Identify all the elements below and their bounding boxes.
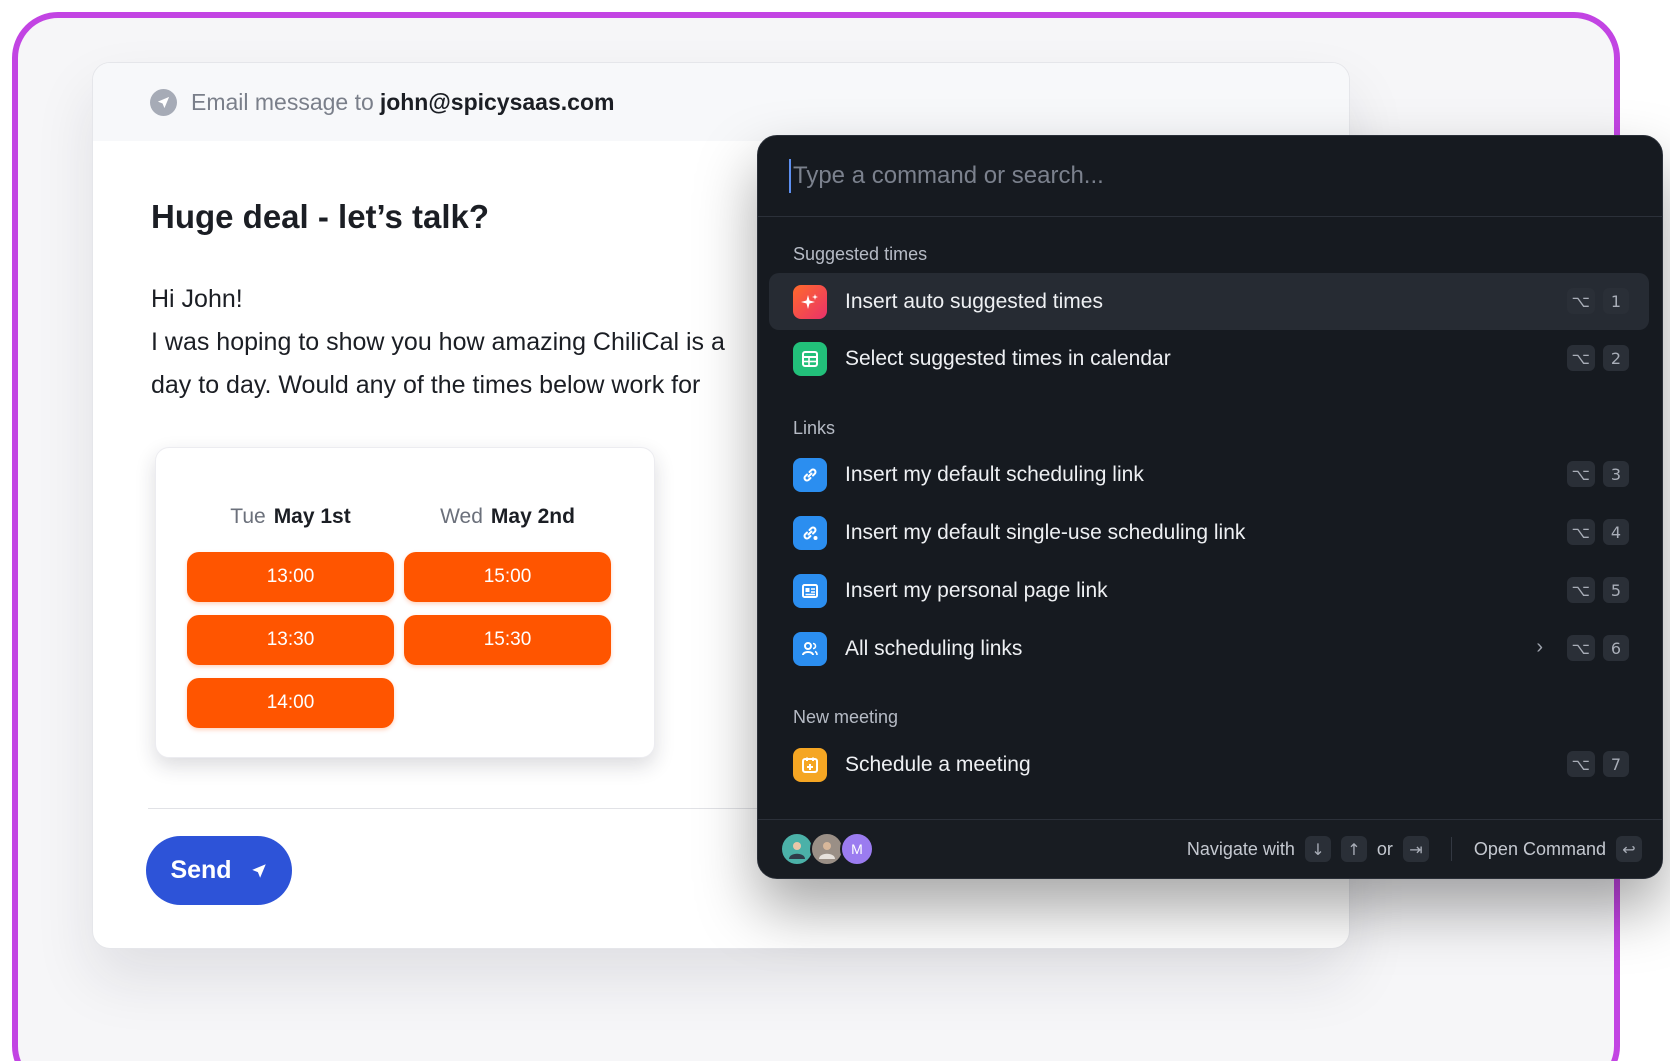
day-weekday: Tue: [230, 505, 266, 528]
command-search[interactable]: Type a command or search...: [758, 136, 1662, 217]
number-key: 2: [1603, 345, 1629, 371]
footer-hints: Navigate with ↓ ↑ or ⇥ Open Command ↩: [1187, 836, 1642, 862]
command-label: Insert my default scheduling link: [845, 462, 1144, 486]
command-select-suggested-times[interactable]: Select suggested times in calendar ⌥ 2: [769, 330, 1649, 387]
calendar-add-icon: [793, 747, 827, 782]
option-key: ⌥: [1566, 751, 1595, 777]
command-label: Insert auto suggested times: [845, 289, 1103, 313]
command-schedule-a-meeting[interactable]: Schedule a meeting ⌥ 7: [769, 736, 1649, 793]
shortcut-keys: ⌥ 5: [1566, 577, 1629, 603]
recipient-address[interactable]: john@spicysaas.com: [380, 89, 615, 116]
tab-key-icon: ⇥: [1402, 836, 1429, 862]
day-date: May 2nd: [490, 505, 575, 528]
option-key: ⌥: [1566, 635, 1595, 661]
send-button[interactable]: Send: [146, 836, 292, 905]
day-date: May 1st: [273, 505, 351, 528]
arrow-down-icon: ↓: [1304, 836, 1331, 862]
day-header: Wed May 2nd: [404, 505, 611, 539]
option-key: ⌥: [1566, 288, 1595, 314]
chevron-right-icon: ›: [1536, 636, 1543, 658]
paper-plane-icon: [150, 88, 177, 116]
email-subject[interactable]: Huge deal - let’s talk?: [151, 198, 489, 236]
composer-divider: [148, 808, 848, 809]
time-slot-button[interactable]: 13:30: [187, 615, 394, 665]
command-label: All scheduling links: [845, 636, 1023, 660]
navigate-hint: Navigate with: [1186, 838, 1295, 859]
option-key: ⌥: [1566, 461, 1595, 487]
shortcut-keys: ⌥ 4: [1566, 519, 1629, 545]
body-line-1: I was hoping to show you how amazing Chi…: [151, 328, 725, 356]
command-insert-single-use-link[interactable]: Insert my default single-use scheduling …: [769, 504, 1649, 561]
time-slot-button[interactable]: 15:30: [404, 615, 611, 665]
email-body[interactable]: Hi John! I was hoping to show you how am…: [151, 278, 851, 407]
enter-key-icon: ↩: [1616, 836, 1642, 862]
number-key: 5: [1603, 577, 1629, 603]
command-label: Insert my personal page link: [845, 578, 1108, 602]
option-key: ⌥: [1566, 519, 1595, 545]
shortcut-keys: ⌥ 2: [1566, 345, 1629, 371]
page-icon: [793, 573, 827, 608]
avatar-group: M: [780, 832, 874, 866]
email-header: Email message to john@spicysaas.com: [93, 63, 1349, 141]
time-slot-button[interactable]: 13:00: [187, 552, 394, 602]
single-use-link-icon: [793, 515, 827, 550]
shortcut-keys: ⌥ 1: [1566, 288, 1629, 314]
send-label: Send: [170, 856, 232, 884]
number-key: 4: [1603, 519, 1629, 545]
section-suggested-times: Suggested times: [793, 244, 928, 264]
number-key: 7: [1603, 751, 1629, 777]
send-arrow-icon: [251, 863, 266, 878]
command-label: Insert my default single-use scheduling …: [845, 520, 1246, 544]
day-column-wed: Wed May 2nd 15:00 15:30: [404, 505, 611, 665]
footer-separator: [1450, 837, 1452, 861]
number-key: 3: [1603, 461, 1629, 487]
command-insert-default-scheduling-link[interactable]: Insert my default scheduling link ⌥ 3: [769, 446, 1649, 503]
avatar[interactable]: M: [840, 832, 874, 866]
suggested-times-card: Tue May 1st 13:00 13:30 14:00 Wed May 2nd …: [155, 447, 655, 758]
command-insert-auto-suggested-times[interactable]: Insert auto suggested times ⌥ 1: [769, 273, 1649, 330]
users-icon: [793, 631, 827, 666]
shortcut-keys: ⌥ 7: [1566, 751, 1629, 777]
command-insert-personal-page-link[interactable]: Insert my personal page link ⌥ 5: [769, 562, 1649, 619]
option-key: ⌥: [1566, 577, 1595, 603]
or-text: or: [1376, 838, 1393, 859]
avatar[interactable]: [780, 832, 814, 866]
shortcut-keys: ⌥ 6: [1566, 635, 1629, 661]
header-prefix: Email message to: [191, 88, 374, 115]
section-links: Links: [793, 418, 836, 438]
command-all-scheduling-links[interactable]: All scheduling links › ⌥ 6: [769, 620, 1649, 677]
palette-footer: M Navigate with ↓ ↑ or ⇥ Open Command ↩: [758, 819, 1662, 878]
time-slot-button[interactable]: 15:00: [404, 552, 611, 602]
open-command-label[interactable]: Open Command: [1474, 839, 1606, 860]
calendar-grid-icon: [793, 341, 827, 376]
body-greeting: Hi John!: [151, 285, 243, 313]
text-caret: [789, 159, 791, 193]
command-label: Select suggested times in calendar: [845, 346, 1171, 370]
command-label: Schedule a meeting: [845, 752, 1031, 776]
avatar[interactable]: [810, 832, 844, 866]
number-key: 6: [1603, 635, 1629, 661]
number-key: 1: [1603, 288, 1629, 314]
day-column-tue: Tue May 1st 13:00 13:30 14:00: [187, 505, 394, 728]
arrow-up-icon: ↑: [1340, 836, 1367, 862]
command-palette: Type a command or search... Suggested ti…: [757, 135, 1663, 879]
section-new-meeting: New meeting: [793, 707, 899, 727]
option-key: ⌥: [1566, 345, 1595, 371]
day-weekday: Wed: [440, 505, 483, 528]
link-icon: [793, 457, 827, 492]
body-line-2: day to day. Would any of the times below…: [151, 371, 701, 399]
time-slot-button[interactable]: 14:00: [187, 678, 394, 728]
day-header: Tue May 1st: [187, 505, 394, 539]
sparkle-icon: [793, 284, 827, 319]
shortcut-keys: ⌥ 3: [1566, 461, 1629, 487]
command-search-placeholder: Type a command or search...: [793, 162, 1104, 189]
